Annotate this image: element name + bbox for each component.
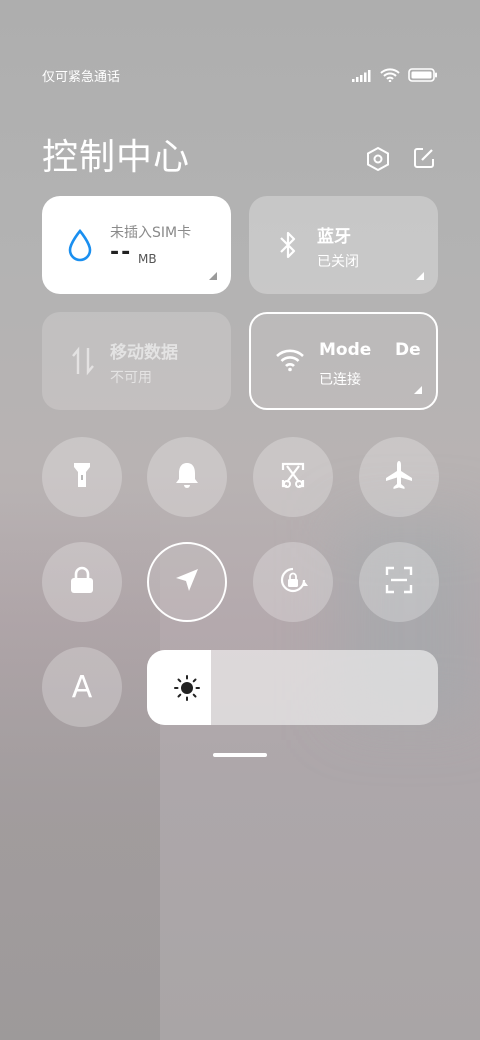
wifi-status: 已连接 <box>319 372 361 388</box>
data-usage-tile[interactable]: 未插入SIM卡 -- MB <box>42 196 231 294</box>
expand-corner-icon <box>416 272 424 280</box>
rotation-lock-icon <box>277 564 309 600</box>
scan-toggle[interactable] <box>359 542 439 622</box>
bell-icon <box>173 460 201 494</box>
brightness-slider[interactable] <box>147 650 438 725</box>
settings-icon[interactable] <box>366 146 390 176</box>
screenshot-icon <box>279 460 307 494</box>
screenshot-toggle[interactable] <box>253 437 333 517</box>
scan-icon <box>385 566 413 598</box>
lock-screen-toggle[interactable] <box>42 542 122 622</box>
mobile-data-tile[interactable]: 移动数据 不可用 <box>42 312 231 410</box>
wifi-icon <box>380 67 400 86</box>
mobile-data-title: 移动数据 <box>110 343 178 363</box>
battery-icon <box>408 67 438 86</box>
lock-icon <box>69 565 95 599</box>
sim-status-label: 未插入SIM卡 <box>110 225 192 241</box>
data-usage-value: -- <box>110 240 133 265</box>
bluetooth-title: 蓝牙 <box>317 227 351 247</box>
status-bar: 仅可紧急通话 <box>42 66 438 86</box>
airplane-mode-toggle[interactable] <box>359 437 439 517</box>
brightness-icon <box>173 674 201 706</box>
signal-icon <box>352 67 372 86</box>
expand-corner-icon <box>414 386 422 394</box>
font-size-toggle[interactable]: A <box>42 647 122 727</box>
wifi-tile[interactable]: Mode De 已连接 <box>249 312 438 410</box>
rotation-lock-toggle[interactable] <box>253 542 333 622</box>
page-title: 控制中心 <box>42 137 191 178</box>
flashlight-icon <box>71 460 93 494</box>
mobile-data-icon <box>70 346 96 380</box>
bluetooth-status: 已关闭 <box>317 254 359 270</box>
water-drop-icon <box>66 228 94 266</box>
drag-handle[interactable] <box>213 753 267 757</box>
edit-icon[interactable] <box>412 146 436 176</box>
wifi-network-name: Mode De <box>319 340 421 360</box>
bluetooth-tile[interactable]: 蓝牙 已关闭 <box>249 196 438 294</box>
bluetooth-icon <box>277 230 299 264</box>
mobile-data-status: 不可用 <box>110 370 152 386</box>
expand-corner-icon <box>209 272 217 280</box>
font-size-label: A <box>71 669 93 705</box>
wifi-icon <box>275 348 305 376</box>
location-toggle[interactable] <box>147 542 227 622</box>
carrier-label: 仅可紧急通话 <box>42 70 121 85</box>
location-icon <box>173 566 201 598</box>
airplane-icon <box>383 459 415 495</box>
ring-toggle[interactable] <box>147 437 227 517</box>
flashlight-toggle[interactable] <box>42 437 122 517</box>
data-usage-unit: MB <box>138 252 157 266</box>
